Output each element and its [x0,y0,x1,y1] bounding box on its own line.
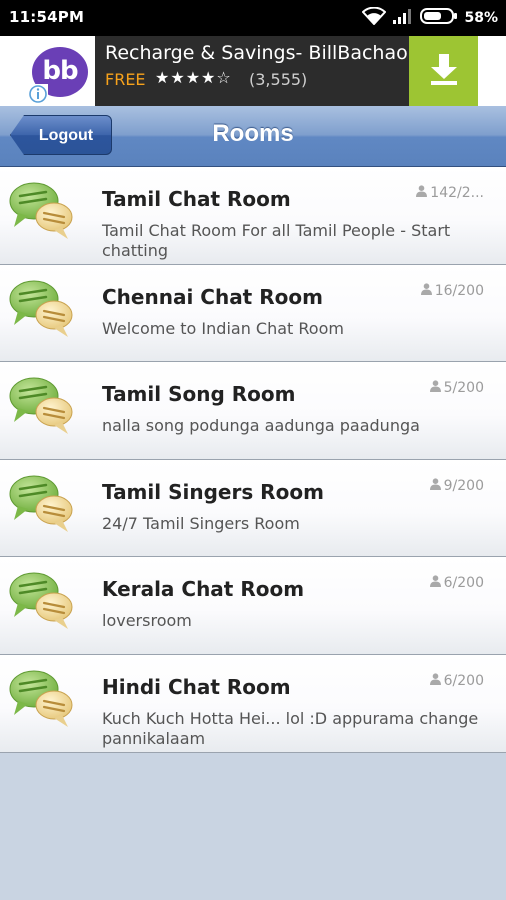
ad-info-button[interactable] [28,84,48,104]
user-icon [429,478,441,494]
status-time: 11:54PM [9,8,85,26]
chat-bubbles-icon [8,569,74,633]
room-user-count: 6/200 [429,672,484,689]
room-row[interactable]: Hindi Chat Room Kuch Kuch Hotta Hei... l… [0,654,506,753]
user-icon [416,185,428,201]
logout-button[interactable]: Logout [10,115,112,155]
room-user-count: 5/200 [429,380,484,397]
battery-percent: 58% [464,10,498,26]
chat-bubbles-icon [8,277,74,341]
room-name: Kerala Chat Room [102,577,305,602]
room-name: Tamil Singers Room [102,479,324,504]
room-count-text: 6/200 [443,575,484,592]
room-name: Tamil Chat Room [102,187,291,211]
room-row[interactable]: Kerala Chat Room loversroom 6/200 [0,557,506,655]
user-icon [429,575,441,591]
room-list: Tamil Chat Room Tamil Chat Room For all … [0,167,506,753]
room-row[interactable]: Tamil Singers Room 24/7 Tamil Singers Ro… [0,459,506,558]
room-row[interactable]: Chennai Chat Room Welcome to Indian Chat… [0,264,506,363]
ad-download-button[interactable] [409,36,478,106]
room-name: Tamil Song Room [102,382,296,407]
room-user-count: 6/200 [429,575,484,592]
chat-bubbles-icon [8,179,74,243]
ad-title[interactable]: Recharge & Savings- BillBachao [105,42,408,64]
ad-rating-stars: ★★★★☆ [155,68,232,87]
room-count-text: 16/200 [434,282,484,299]
status-bar: 11:54PM 58% [0,0,506,36]
room-user-count: 9/200 [429,477,484,494]
status-icons: 58% [362,6,498,29]
navigation-header: Rooms Logout [0,106,506,167]
list-background [0,793,506,900]
signal-icon [392,7,414,29]
room-count-text: 5/200 [443,380,484,397]
room-user-count: 142/2... [416,185,484,201]
room-description: loversroom [102,611,192,631]
ad-banner[interactable]: bb Recharge & Savings- BillBachao FREE ★… [0,36,506,106]
room-description: 24/7 Tamil Singers Room [102,513,300,533]
ad-rating-count: (3,555) [249,70,308,89]
chat-bubbles-icon [8,667,74,731]
room-name: Hindi Chat Room [102,674,291,699]
wifi-icon [362,6,387,29]
user-icon [429,673,441,689]
room-count-text: 6/200 [443,672,484,689]
download-icon [428,52,460,90]
room-description: Kuch Kuch Hotta Hei... lol :D appurama c… [102,708,479,748]
room-row[interactable]: Tamil Chat Room Tamil Chat Room For all … [0,167,506,265]
room-description: Welcome to Indian Chat Room [102,318,344,338]
ad-price: FREE [105,70,146,89]
room-row[interactable]: Tamil Song Room nalla song podunga aadun… [0,362,506,460]
chat-bubbles-icon [8,472,74,536]
room-description: nalla song podunga aadunga paadunga [102,416,420,436]
room-description: Tamil Chat Room For all Tamil People - S… [102,221,451,260]
user-icon [420,282,432,299]
chat-bubbles-icon [8,374,74,438]
user-icon [429,380,441,396]
room-name: Chennai Chat Room [102,284,323,309]
room-count-text: 142/2... [430,185,484,201]
room-count-text: 9/200 [443,477,484,494]
room-user-count: 16/200 [420,282,484,299]
battery-icon [420,7,458,29]
